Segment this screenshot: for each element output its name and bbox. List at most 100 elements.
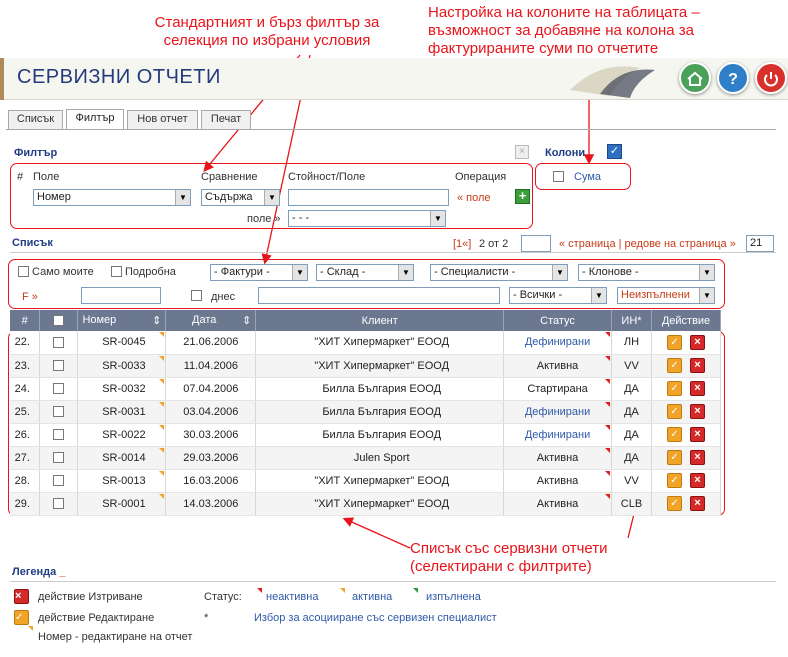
delete-icon[interactable]: × (689, 496, 705, 511)
row-number[interactable]: SR-0001 (77, 492, 167, 516)
completion-filter-select[interactable]: Неизпълнени ▼ (617, 287, 715, 304)
row-checkbox[interactable] (53, 475, 65, 487)
row-checkbox[interactable] (53, 406, 65, 418)
edit-icon[interactable]: ✓ (666, 427, 682, 442)
row-in[interactable]: VV (611, 354, 652, 378)
legend-toggle[interactable]: _ (59, 566, 65, 578)
row-checkbox[interactable] (53, 383, 65, 395)
row-select[interactable] (39, 423, 79, 447)
rows-per-page-input[interactable]: 21 (746, 235, 774, 252)
table-row: 28. SR-0013 16.03.2006 "ХИТ Хипермаркет" ЕО… (10, 469, 722, 493)
help-button[interactable]: ? (717, 62, 749, 94)
filter-compare-select[interactable]: Съдържа ▼ (201, 189, 280, 206)
row-checkbox[interactable] (53, 360, 65, 372)
filter-op-field-link[interactable]: « поле (457, 192, 491, 204)
page-rows-link[interactable]: « страница | редове на страница » (559, 238, 736, 250)
delete-icon[interactable]: × (689, 450, 705, 465)
today-checkbox[interactable] (191, 290, 202, 301)
sum-checkbox[interactable] (553, 171, 564, 182)
row-status-text: Стартирана (527, 382, 588, 395)
f-link[interactable]: F » (22, 291, 38, 303)
row-select[interactable] (39, 354, 79, 378)
row-number[interactable]: SR-0032 (77, 377, 167, 401)
row-select[interactable] (39, 469, 79, 493)
row-in[interactable]: ДА (611, 446, 652, 470)
row-date: 07.04.2006 (165, 377, 257, 401)
row-status-text: Активна (536, 359, 579, 372)
row-in[interactable]: ДА (611, 400, 652, 424)
status-marker-icon (605, 355, 611, 361)
columns-title: Колони (545, 147, 586, 159)
row-select[interactable] (39, 400, 79, 424)
col-date[interactable]: Дата ⇕ (165, 310, 257, 331)
edit-marker-icon (159, 447, 165, 453)
row-checkbox[interactable] (53, 452, 65, 464)
only-mine-checkbox[interactable] (18, 266, 29, 277)
done-marker-icon (413, 588, 418, 593)
row-in[interactable]: ЛН (611, 331, 652, 355)
filter-close-icon[interactable]: × (515, 145, 529, 159)
row-in-text: ДА (624, 405, 639, 418)
specialists-select[interactable]: - Специалисти - ▼ (430, 264, 568, 281)
row-select[interactable] (39, 446, 79, 470)
edit-icon[interactable]: ✓ (666, 473, 682, 488)
row-select[interactable] (39, 492, 79, 516)
edit-icon[interactable]: ✓ (666, 404, 682, 419)
warehouse-select[interactable]: - Склад - ▼ (316, 264, 414, 281)
pager-first-link[interactable]: [1«] (453, 238, 471, 250)
row-checkbox[interactable] (53, 429, 65, 441)
detailed-checkbox[interactable] (111, 266, 122, 277)
legend-divider (10, 581, 776, 582)
row-checkbox[interactable] (53, 498, 65, 510)
delete-icon[interactable]: × (689, 473, 705, 488)
col-select[interactable] (39, 310, 79, 331)
row-index: 25. (10, 400, 41, 424)
row-in[interactable]: VV (611, 469, 652, 493)
edit-icon[interactable]: ✓ (666, 450, 682, 465)
number-filter-input[interactable] (81, 287, 161, 304)
delete-icon[interactable]: × (689, 358, 705, 373)
row-number[interactable]: SR-0013 (77, 469, 167, 493)
delete-icon[interactable]: × (689, 334, 705, 350)
page-input[interactable] (521, 235, 551, 252)
row-number[interactable]: SR-0031 (77, 400, 167, 424)
delete-icon[interactable]: × (689, 381, 705, 396)
tab-list[interactable]: Списък (8, 110, 63, 129)
row-in[interactable]: CLB (611, 492, 652, 516)
table-row: 29. SR-0001 14.03.2006 "ХИТ Хипермаркет" ЕО… (10, 492, 722, 516)
add-condition-button[interactable]: + (515, 189, 530, 204)
delete-icon[interactable]: × (689, 427, 705, 442)
power-button[interactable] (755, 62, 787, 94)
filter-field2-select[interactable]: - - - ▼ (288, 210, 446, 227)
columns-toggle-checkbox[interactable]: ✓ (607, 144, 622, 159)
invoices-select[interactable]: - Фактури - ▼ (210, 264, 308, 281)
filter-field-select[interactable]: Номер ▼ (33, 189, 191, 206)
row-checkbox[interactable] (53, 336, 65, 348)
row-select[interactable] (39, 331, 79, 355)
row-in[interactable]: ДА (611, 423, 652, 447)
tab-filter[interactable]: Филтър (66, 109, 124, 129)
status-filter-select[interactable]: - Всички - ▼ (509, 287, 607, 304)
col-number[interactable]: Номер ⇕ (77, 310, 167, 331)
home-button[interactable] (679, 62, 711, 94)
row-number[interactable]: SR-0045 (77, 331, 167, 355)
row-select[interactable] (39, 377, 79, 401)
edit-icon[interactable]: ✓ (666, 334, 682, 350)
tab-print[interactable]: Печат (201, 110, 251, 129)
today-label: днес (211, 291, 236, 303)
row-number[interactable]: SR-0022 (77, 423, 167, 447)
edit-icon[interactable]: ✓ (666, 496, 682, 511)
select-all-checkbox[interactable] (53, 315, 65, 327)
status-marker-icon (605, 378, 611, 384)
row-number[interactable]: SR-0033 (77, 354, 167, 378)
branches-select[interactable]: - Клонове - ▼ (578, 264, 715, 281)
edit-icon[interactable]: ✓ (666, 381, 682, 396)
row-in[interactable]: ДА (611, 377, 652, 401)
client-filter-input[interactable] (258, 287, 500, 304)
tab-new-report[interactable]: Нов отчет (127, 110, 198, 129)
row-number[interactable]: SR-0014 (77, 446, 167, 470)
edit-icon[interactable]: ✓ (666, 358, 682, 373)
filter-value-input[interactable] (288, 189, 449, 206)
delete-icon[interactable]: × (689, 404, 705, 419)
header-decoration (570, 66, 655, 98)
